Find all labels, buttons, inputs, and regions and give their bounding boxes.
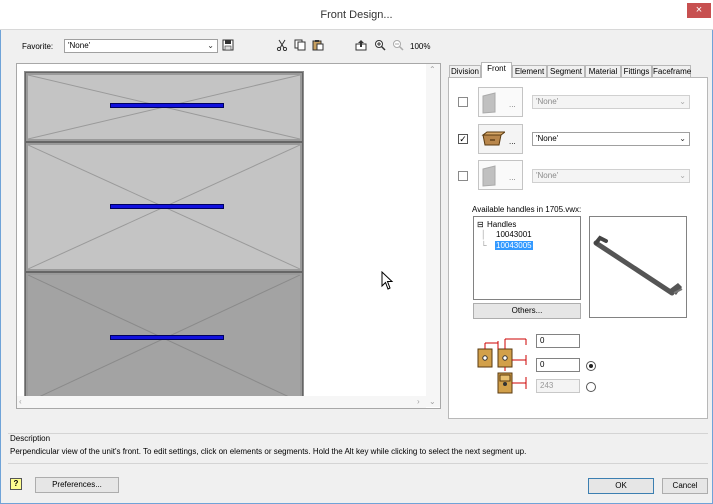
help-icon[interactable]: ? bbox=[10, 478, 22, 490]
favorite-label: Favorite: bbox=[22, 42, 54, 51]
front-row-3-checkbox[interactable] bbox=[458, 171, 468, 181]
front-row-3-dropdown[interactable]: 'None' ⌄ bbox=[532, 169, 690, 183]
drawer-handle[interactable] bbox=[110, 335, 224, 340]
chevron-down-icon: ⌄ bbox=[207, 41, 214, 50]
tree-item-10043005-selected[interactable]: 10043005 bbox=[495, 241, 533, 250]
export-icon[interactable] bbox=[354, 39, 368, 53]
drawer-bottom-selected[interactable] bbox=[25, 272, 303, 405]
window-title: Front Design... bbox=[320, 9, 393, 21]
description-text: Perpendicular view of the unit's front. … bbox=[10, 447, 527, 456]
available-handles-label: Available handles in 1705.vwx: bbox=[472, 205, 582, 214]
handle-preview-image bbox=[589, 216, 687, 318]
chevron-down-icon: ⌄ bbox=[679, 134, 686, 143]
front-row-3-value: 'None' bbox=[536, 171, 559, 180]
cut-icon[interactable] bbox=[275, 39, 289, 53]
chevron-down-icon: ⌄ bbox=[679, 171, 686, 180]
preferences-button[interactable]: Preferences... bbox=[35, 477, 119, 493]
tree-root-handles[interactable]: Handles bbox=[487, 220, 516, 229]
close-button[interactable]: × bbox=[687, 3, 711, 18]
handles-tree[interactable]: ⊟ Handles │ 10043001 └ 10043005 bbox=[473, 216, 581, 300]
drawer-handle[interactable] bbox=[110, 204, 224, 209]
front-row-2-checkbox[interactable]: ✓ bbox=[458, 134, 468, 144]
favorite-value: 'None' bbox=[68, 41, 91, 50]
zoom-level: 100% bbox=[410, 42, 431, 51]
tree-collapse-icon[interactable]: ⊟ bbox=[477, 220, 484, 229]
scroll-up-icon[interactable]: ⌃ bbox=[429, 65, 436, 74]
offset-top-field[interactable]: 0 bbox=[536, 334, 580, 348]
front-row-2-dropdown[interactable]: 'None' ⌄ bbox=[532, 132, 690, 146]
front-row-3-ellipsis: ... bbox=[509, 173, 516, 182]
others-button[interactable]: Others... bbox=[473, 303, 581, 319]
scroll-down-icon[interactable]: ⌄ bbox=[429, 397, 436, 406]
front-row-2-thumbnail[interactable]: ... bbox=[478, 124, 523, 154]
front-row-3-thumbnail[interactable]: ... bbox=[478, 160, 523, 190]
drawer-handle[interactable] bbox=[110, 103, 224, 108]
zoom-in-icon[interactable] bbox=[373, 39, 387, 53]
offset-middle-radio[interactable] bbox=[586, 361, 596, 371]
front-row-1-dropdown[interactable]: 'None' ⌄ bbox=[532, 95, 690, 109]
front-row-1-ellipsis: ... bbox=[509, 100, 516, 109]
save-icon[interactable] bbox=[221, 39, 235, 53]
front-row-1-thumbnail[interactable]: ... bbox=[478, 87, 523, 117]
offset-middle-field[interactable]: 0 bbox=[536, 358, 580, 372]
tree-connector: │ bbox=[481, 230, 486, 239]
preview-horizontal-scrollbar[interactable]: ‹ › bbox=[17, 396, 426, 408]
zoom-out-icon[interactable] bbox=[391, 39, 405, 53]
copy-icon[interactable] bbox=[293, 39, 307, 53]
scroll-right-icon[interactable]: › bbox=[417, 397, 420, 406]
cancel-button[interactable]: Cancel bbox=[662, 478, 708, 494]
offset-bottom-field[interactable]: 243 bbox=[536, 379, 580, 393]
drawer-top[interactable] bbox=[25, 72, 303, 142]
tab-front[interactable]: Front bbox=[481, 62, 512, 78]
favorite-dropdown[interactable]: 'None' ⌄ bbox=[64, 39, 218, 53]
tree-connector: └ bbox=[481, 241, 487, 250]
description-label: Description bbox=[10, 434, 51, 443]
ok-button[interactable]: OK bbox=[588, 478, 654, 494]
handle-position-diagram-icon bbox=[476, 337, 542, 397]
front-row-1-checkbox[interactable] bbox=[458, 97, 468, 107]
drawer-middle[interactable] bbox=[25, 142, 303, 272]
mouse-cursor-icon bbox=[381, 270, 395, 293]
paste-icon[interactable] bbox=[311, 39, 325, 53]
scroll-left-icon[interactable]: ‹ bbox=[19, 397, 22, 406]
tree-item-10043001[interactable]: 10043001 bbox=[496, 230, 532, 239]
front-row-1-value: 'None' bbox=[536, 97, 559, 106]
cabinet-front[interactable] bbox=[24, 71, 304, 406]
preview-vertical-scrollbar[interactable]: ⌃ ⌄ bbox=[426, 64, 440, 407]
chevron-down-icon: ⌄ bbox=[679, 97, 686, 106]
front-row-2-ellipsis: ... bbox=[509, 137, 516, 146]
front-row-2-value: 'None' bbox=[536, 134, 559, 143]
offset-bottom-radio[interactable] bbox=[586, 382, 596, 392]
